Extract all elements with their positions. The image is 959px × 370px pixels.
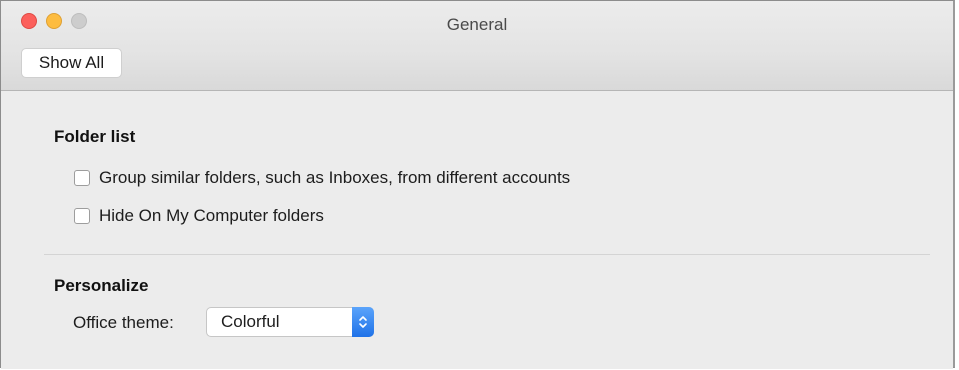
preferences-content: Folder list Group similar folders, such …: [1, 91, 953, 369]
folder-list-heading: Folder list: [54, 127, 136, 146]
section-divider: [44, 254, 930, 255]
office-theme-label: Office theme:: [73, 313, 174, 332]
group-folders-checkbox[interactable]: [74, 170, 90, 186]
hide-on-my-computer-checkbox[interactable]: [74, 208, 90, 224]
hide-on-my-computer-label[interactable]: Hide On My Computer folders: [99, 206, 324, 226]
window-title: General: [446, 15, 508, 34]
group-folders-label[interactable]: Group similar folders, such as Inboxes, …: [99, 168, 570, 188]
personalize-heading: Personalize: [54, 276, 149, 295]
hide-on-my-computer-option[interactable]: Hide On My Computer folders: [74, 206, 324, 226]
chevron-up-down-icon[interactable]: [352, 307, 374, 337]
preferences-window: General Show All Folder list Group simil…: [0, 0, 955, 369]
title-bar: General Show All: [1, 1, 953, 91]
office-theme-select[interactable]: Colorful: [206, 307, 374, 337]
show-all-button[interactable]: Show All: [21, 48, 122, 78]
group-folders-option[interactable]: Group similar folders, such as Inboxes, …: [74, 168, 570, 188]
office-theme-value[interactable]: Colorful: [221, 312, 280, 332]
